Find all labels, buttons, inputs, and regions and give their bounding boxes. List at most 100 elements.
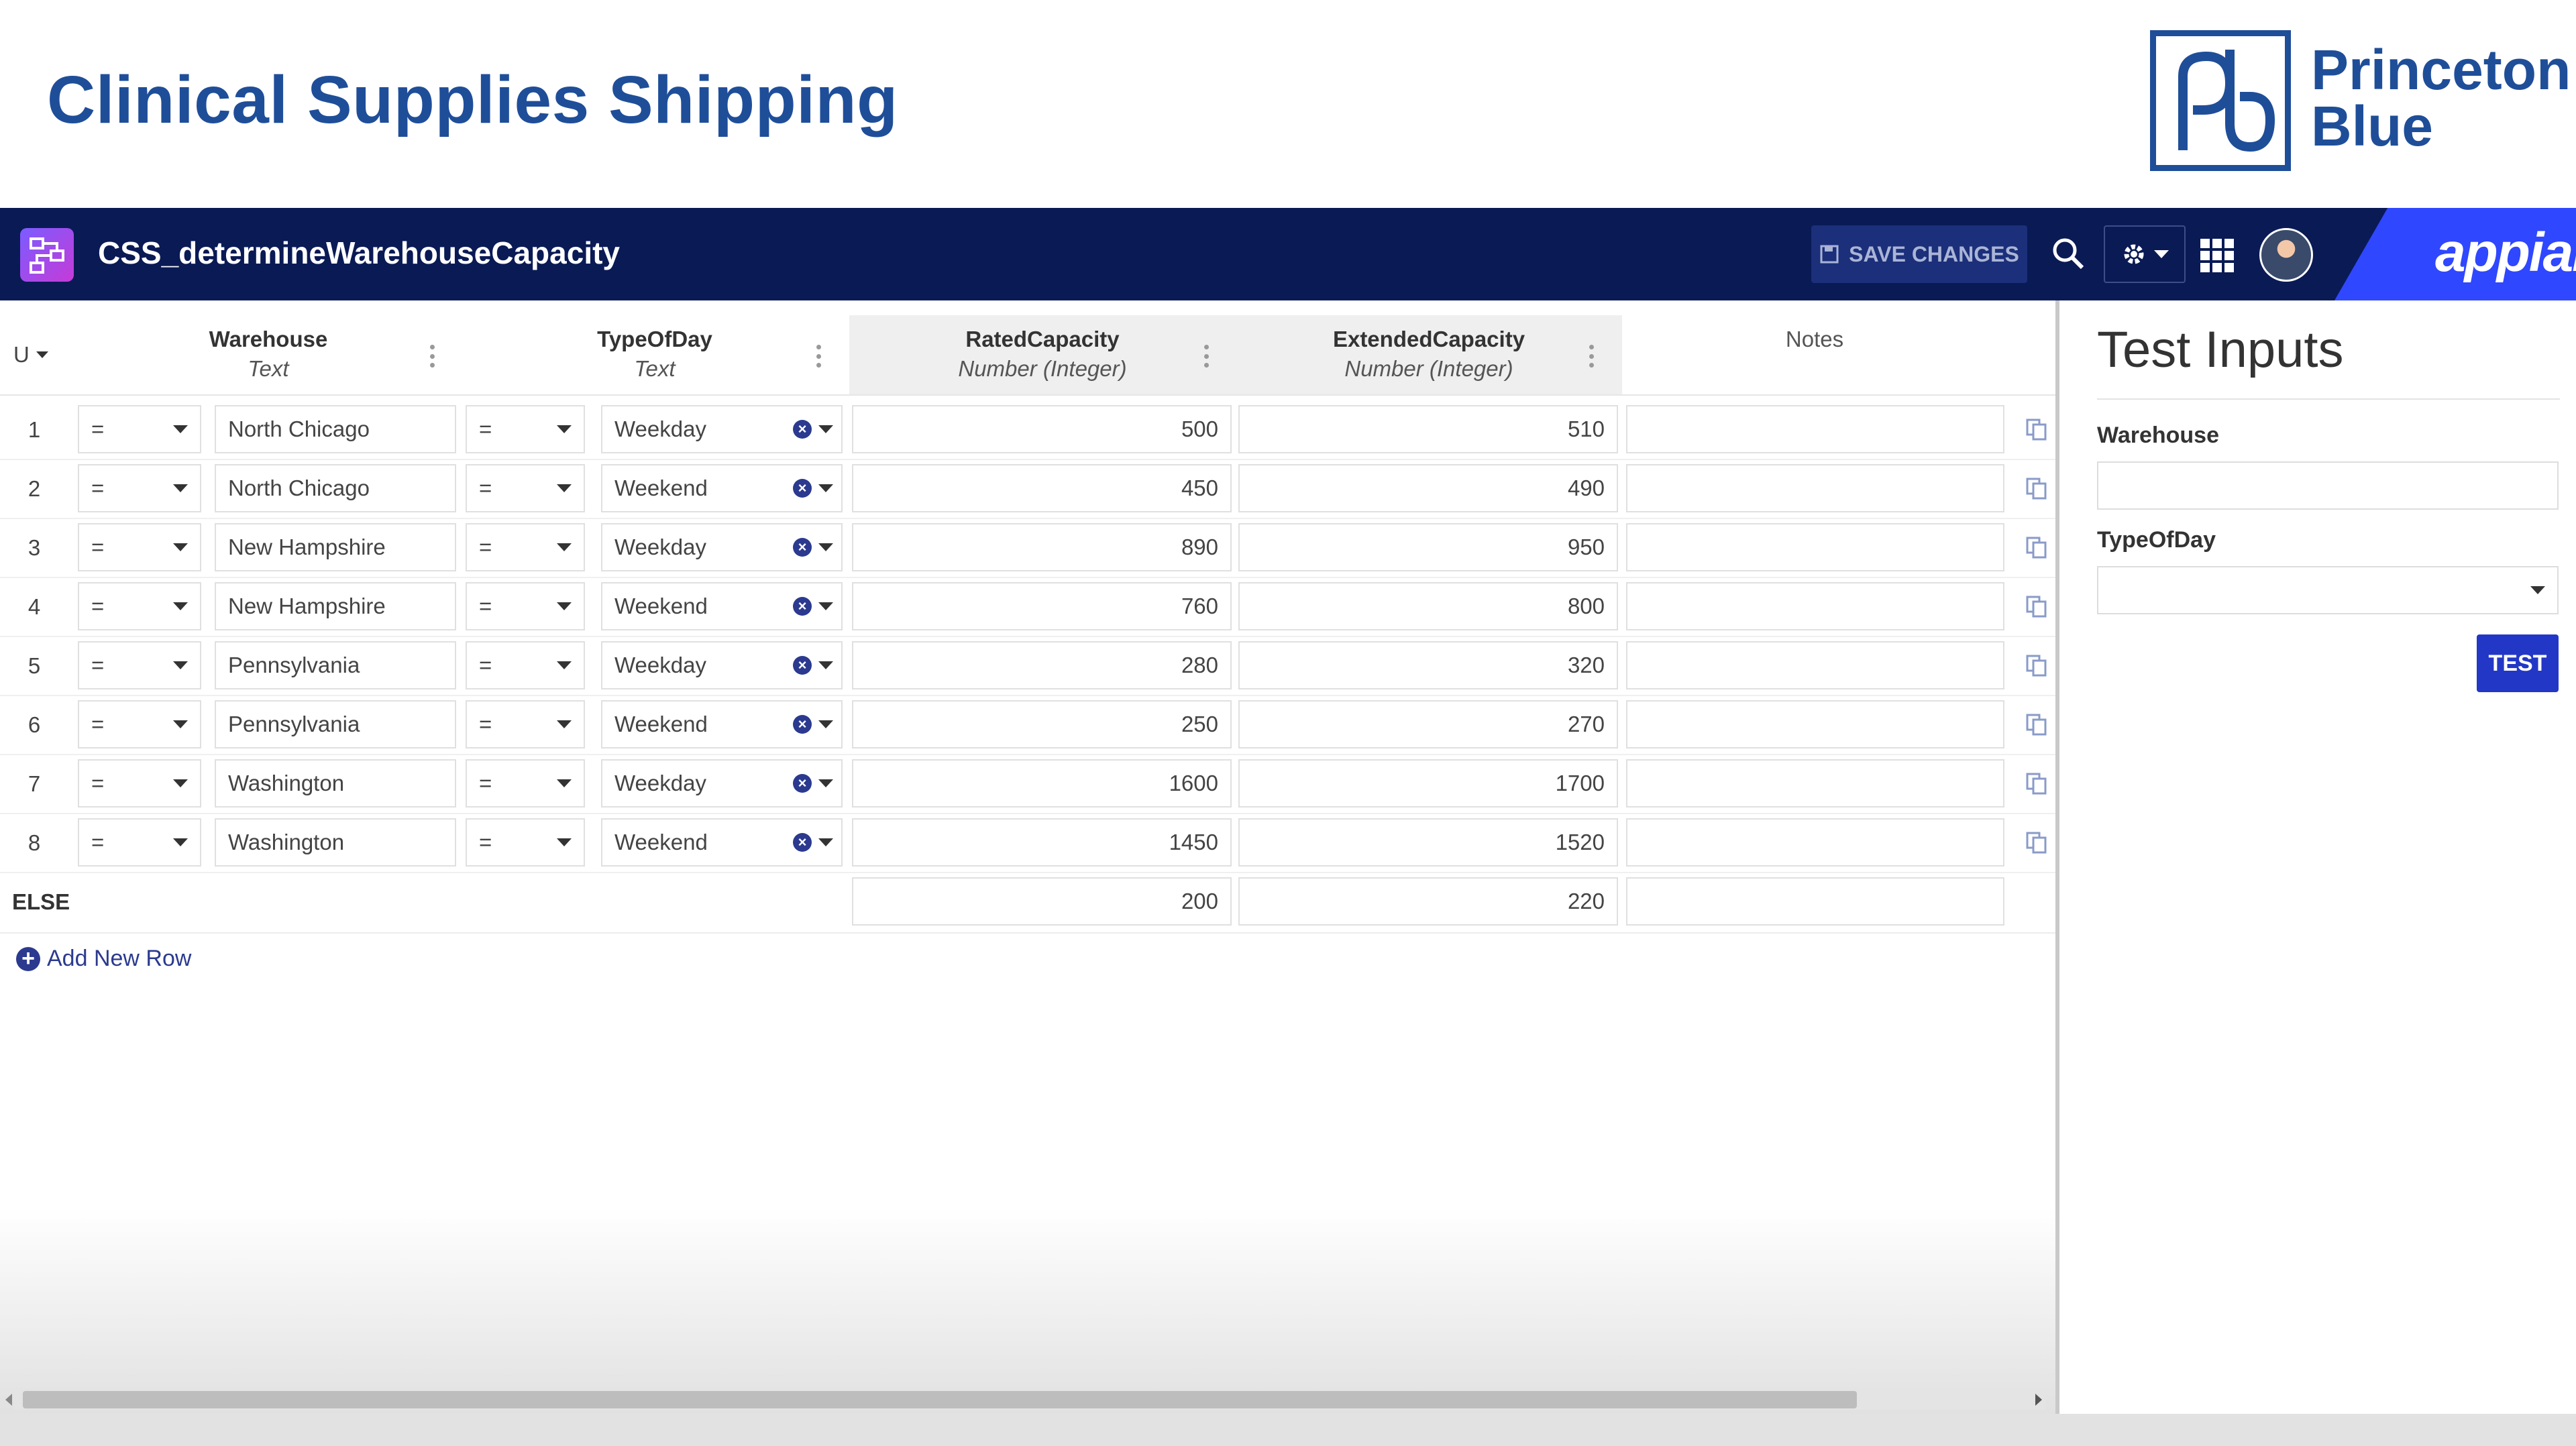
copy-row-icon[interactable] [2025,594,2049,618]
operator-value: = [91,653,105,677]
typeofday-dropdown[interactable]: Weekend × [601,582,843,630]
panel-divider[interactable] [2055,300,2059,1414]
warehouse-test-input[interactable] [2097,461,2559,510]
warehouse-operator-dropdown[interactable]: = [78,582,201,630]
user-avatar[interactable] [2259,228,2313,282]
else-notes-input[interactable] [1626,877,2004,926]
save-changes-label: SAVE CHANGES [1849,241,2019,266]
copy-row-icon[interactable] [2025,417,2049,441]
typeofday-operator-dropdown[interactable]: = [466,405,585,453]
warehouse-input[interactable]: Washington [215,818,456,867]
settings-menu-button[interactable] [2104,225,2186,283]
extended-capacity-input[interactable]: 1520 [1238,818,1618,867]
rated-capacity-input[interactable]: 890 [852,523,1232,571]
extended-capacity-input[interactable]: 1700 [1238,759,1618,808]
typeofday-operator-dropdown[interactable]: = [466,582,585,630]
typeofday-operator-dropdown[interactable]: = [466,818,585,867]
horizontal-scrollbar-thumb[interactable] [23,1391,1857,1408]
typeofday-operator-dropdown[interactable]: = [466,759,585,808]
typeofday-operator-dropdown[interactable]: = [466,641,585,689]
notes-input[interactable] [1626,818,2004,867]
typeofday-operator-dropdown[interactable]: = [466,700,585,748]
clear-icon[interactable]: × [793,597,812,616]
copy-row-icon[interactable] [2025,535,2049,559]
notes-input[interactable] [1626,582,2004,630]
rated-capacity-input[interactable]: 760 [852,582,1232,630]
rated-capacity-input[interactable]: 1600 [852,759,1232,808]
rated-capacity-input[interactable]: 450 [852,464,1232,512]
test-inputs-title: Test Inputs [2097,321,2344,378]
notes-input[interactable] [1626,464,2004,512]
typeofday-dropdown[interactable]: Weekend × [601,818,843,867]
search-icon[interactable] [2046,231,2090,276]
notes-input[interactable] [1626,405,2004,453]
typeofday-test-dropdown[interactable] [2097,566,2559,614]
clear-icon[interactable]: × [793,656,812,675]
warehouse-input[interactable]: North Chicago [215,405,456,453]
typeofday-operator-dropdown[interactable]: = [466,464,585,512]
warehouse-operator-dropdown[interactable]: = [78,700,201,748]
notes-input[interactable] [1626,641,2004,689]
clear-icon[interactable]: × [793,833,812,852]
typeofday-operator-dropdown[interactable]: = [466,523,585,571]
scroll-left-icon[interactable] [5,1394,12,1406]
notes-input[interactable] [1626,700,2004,748]
dropdown-controls: × [793,656,833,675]
clear-icon[interactable]: × [793,538,812,557]
extended-capacity-input[interactable]: 800 [1238,582,1618,630]
warehouse-input[interactable]: New Hampshire [215,582,456,630]
rated-capacity-input[interactable]: 500 [852,405,1232,453]
else-rated-capacity-input[interactable]: 200 [852,877,1232,926]
warehouse-input[interactable]: New Hampshire [215,523,456,571]
typeofday-dropdown[interactable]: Weekend × [601,464,843,512]
add-new-row-label: Add New Row [47,946,192,971]
rated-capacity-input[interactable]: 1450 [852,818,1232,867]
copy-row-icon[interactable] [2025,830,2049,854]
grid-menu-icon[interactable] [2198,236,2237,275]
copy-row-icon[interactable] [2025,771,2049,795]
operator-value: = [91,771,105,795]
hit-policy-dropdown[interactable]: U [13,342,48,368]
typeofday-dropdown[interactable]: Weekday × [601,405,843,453]
clear-icon[interactable]: × [793,715,812,734]
typeofday-dropdown[interactable]: Weekend × [601,700,843,748]
warehouse-input[interactable]: Pennsylvania [215,641,456,689]
rated-capacity-input[interactable]: 250 [852,700,1232,748]
typeofday-dropdown[interactable]: Weekday × [601,523,843,571]
warehouse-operator-dropdown[interactable]: = [78,641,201,689]
warehouse-input[interactable]: Pennsylvania [215,700,456,748]
kebab-icon[interactable] [1203,345,1209,368]
extended-capacity-input[interactable]: 490 [1238,464,1618,512]
scroll-right-icon[interactable] [2035,1394,2042,1406]
copy-row-icon[interactable] [2025,653,2049,677]
clear-icon[interactable]: × [793,479,812,498]
warehouse-operator-dropdown[interactable]: = [78,405,201,453]
kebab-icon[interactable] [816,345,821,368]
warehouse-input[interactable]: Washington [215,759,456,808]
kebab-icon[interactable] [1589,345,1594,368]
test-button[interactable]: TEST [2477,634,2559,692]
clear-icon[interactable]: × [793,774,812,793]
clear-icon[interactable]: × [793,420,812,439]
extended-capacity-input[interactable]: 510 [1238,405,1618,453]
typeofday-dropdown[interactable]: Weekday × [601,759,843,808]
extended-capacity-input[interactable]: 320 [1238,641,1618,689]
warehouse-operator-dropdown[interactable]: = [78,523,201,571]
warehouse-operator-dropdown[interactable]: = [78,818,201,867]
notes-input[interactable] [1626,523,2004,571]
rated-capacity-input[interactable]: 280 [852,641,1232,689]
extended-capacity-input[interactable]: 950 [1238,523,1618,571]
extended-capacity-input[interactable]: 270 [1238,700,1618,748]
notes-input[interactable] [1626,759,2004,808]
operator-value: = [479,416,492,441]
warehouse-operator-dropdown[interactable]: = [78,759,201,808]
copy-row-icon[interactable] [2025,712,2049,736]
copy-row-icon[interactable] [2025,476,2049,500]
typeofday-dropdown[interactable]: Weekday × [601,641,843,689]
add-new-row-link[interactable]: + Add New Row [16,946,191,972]
save-changes-button[interactable]: SAVE CHANGES [1811,225,2027,283]
warehouse-input[interactable]: North Chicago [215,464,456,512]
kebab-icon[interactable] [429,345,435,368]
warehouse-operator-dropdown[interactable]: = [78,464,201,512]
else-extended-capacity-input[interactable]: 220 [1238,877,1618,926]
